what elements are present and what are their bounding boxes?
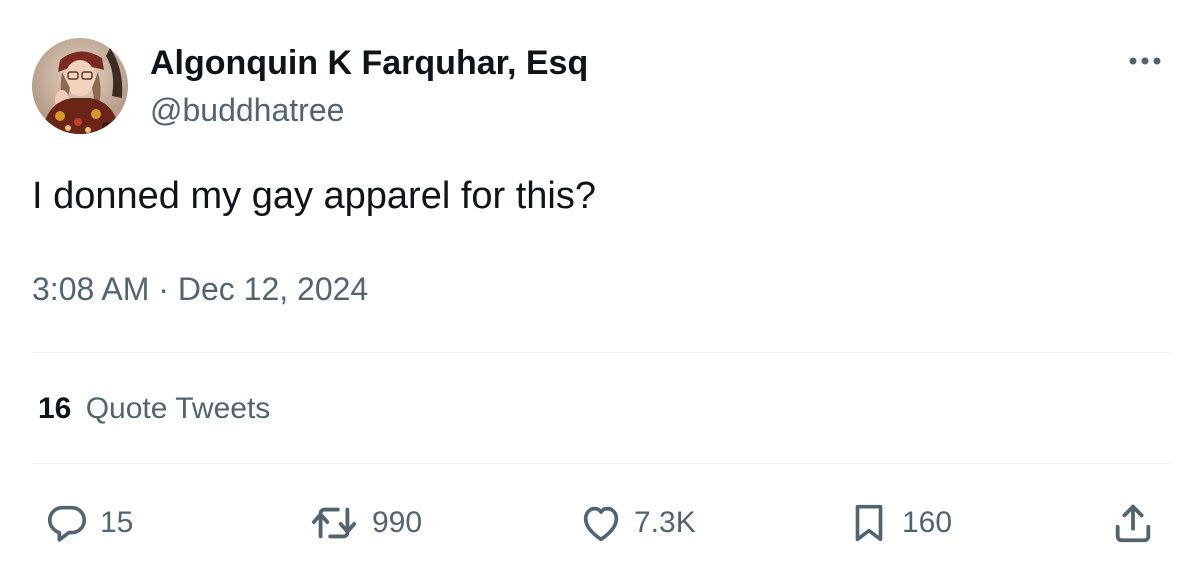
reply-button[interactable]: 15 [44,500,133,546]
avatar-photo [32,38,128,134]
quote-tweets-count: 16 [38,392,72,425]
meta-separator: · [158,271,169,307]
share-button[interactable] [1110,500,1156,546]
reply-count: 15 [100,506,134,539]
retweet-icon [306,500,362,546]
more-options-button[interactable] [1120,44,1170,78]
divider [32,463,1172,464]
bookmark-button[interactable]: 160 [846,500,952,546]
retweet-button[interactable]: 990 [306,500,422,546]
like-count: 7.3K [634,506,696,539]
tweet-date[interactable]: Dec 12, 2024 [178,271,368,307]
share-icon [1110,500,1156,546]
tweet-text: I donned my gay apparel for this? [32,175,597,217]
quote-tweets-link[interactable]: 16 Quote Tweets [38,390,270,428]
tweet-timestamp: 3:08 AM · Dec 12, 2024 [32,270,368,308]
divider [32,352,1172,353]
bookmark-count: 160 [902,506,953,539]
reply-icon [44,500,90,546]
heart-icon [578,500,624,546]
display-name[interactable]: Algonquin K Farquhar, Esq [150,44,588,82]
avatar[interactable] [32,38,128,134]
quote-tweets-label: Quote Tweets [85,392,271,425]
bookmark-icon [846,500,892,546]
user-handle[interactable]: @buddhatree [150,92,344,128]
retweet-count: 990 [372,506,423,539]
more-icon [1129,57,1161,65]
like-button[interactable]: 7.3K [578,500,696,546]
tweet-time[interactable]: 3:08 AM [32,271,149,307]
tweet-card: Algonquin K Farquhar, Esq @buddhatree I … [0,0,1200,579]
